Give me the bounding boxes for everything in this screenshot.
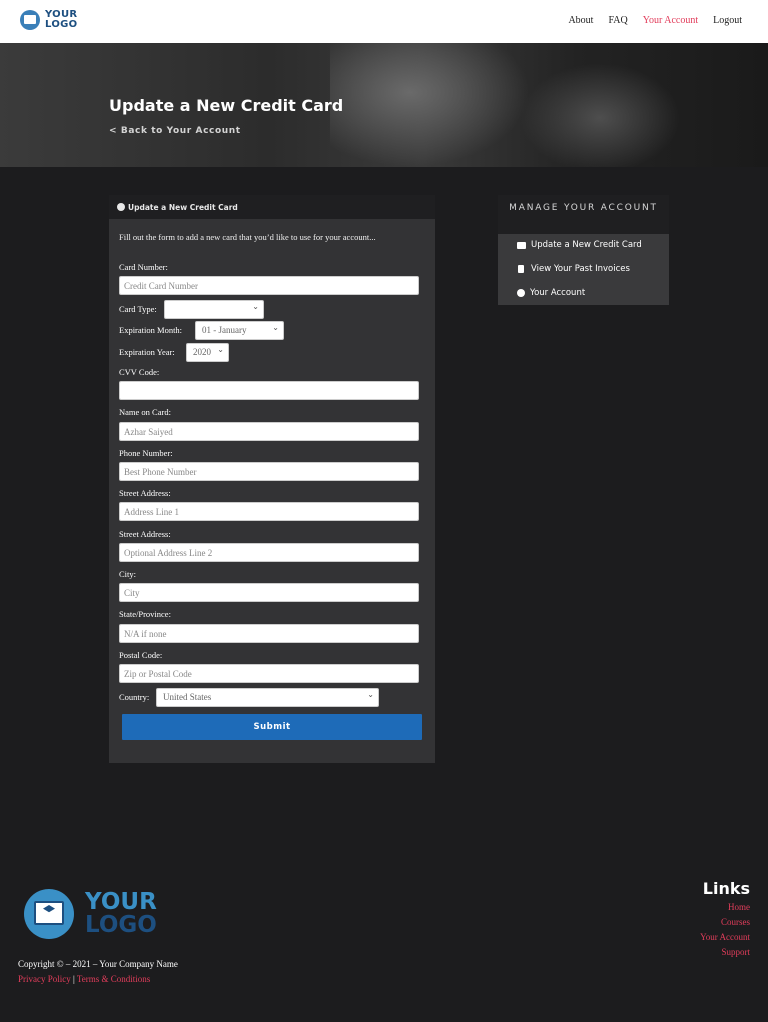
expiration-year-select[interactable]: 2020 (186, 343, 229, 362)
logo-icon (20, 10, 40, 30)
name-on-card-label: Name on Card: (119, 407, 171, 417)
main-nav: About FAQ Your Account Logout (568, 15, 742, 26)
manage-account-menu: MANAGE YOUR ACCOUNT Update a New Credit … (498, 195, 669, 305)
street-address-1-input[interactable]: Address Line 1 (119, 502, 419, 521)
copyright-text: Copyright © – 2021 – Your Company Name (18, 959, 178, 969)
footer-logo[interactable]: YOUR LOGO (24, 889, 157, 939)
gear-icon (517, 289, 525, 297)
menu-your-account[interactable]: Your Account (517, 288, 585, 298)
hero-background-shade (520, 63, 680, 167)
menu-item-label: View Your Past Invoices (531, 264, 630, 274)
credit-card-form-panel: Update a New Credit Card Fill out the fo… (109, 195, 435, 763)
cvv-input[interactable] (119, 381, 419, 400)
cvv-label: CVV Code: (119, 367, 160, 377)
footer-logo-line1: YOUR (85, 889, 157, 915)
street-address-2-input[interactable]: Optional Address Line 2 (119, 543, 419, 562)
form-intro-text: Fill out the form to add a new card that… (119, 232, 376, 242)
city-input[interactable]: City (119, 583, 419, 602)
card-number-label: Card Number: (119, 262, 168, 272)
state-label: State/Province: (119, 609, 171, 619)
card-type-label: Card Type: (119, 304, 157, 314)
menu-update-credit-card[interactable]: Update a New Credit Card (517, 240, 642, 250)
legal-separator: | (73, 974, 75, 984)
hero-background-image (330, 43, 530, 167)
nav-your-account[interactable]: Your Account (643, 15, 698, 26)
menu-view-past-invoices[interactable]: View Your Past Invoices (517, 264, 630, 274)
credit-card-icon (517, 241, 526, 249)
menu-item-label: Your Account (530, 288, 586, 298)
footer-link-home[interactable]: Home (700, 900, 750, 915)
nav-logout[interactable]: Logout (713, 15, 742, 26)
footer-link-courses[interactable]: Courses (700, 915, 750, 930)
hero-banner: Update a New Credit Card < Back to Your … (0, 43, 768, 167)
state-input[interactable]: N/A if none (119, 624, 419, 643)
nav-faq[interactable]: FAQ (608, 15, 627, 26)
postal-code-input[interactable]: Zip or Postal Code (119, 664, 419, 683)
phone-label: Phone Number: (119, 448, 173, 458)
expiration-year-label: Expiration Year: (119, 347, 175, 357)
terms-link[interactable]: Terms & Conditions (77, 974, 150, 984)
footer-links-title: Links (702, 879, 750, 898)
country-label: Country: (119, 692, 150, 702)
footer-links: Home Courses Your Account Support (700, 900, 750, 960)
expiration-month-label: Expiration Month: (119, 325, 183, 335)
footer-link-your-account[interactable]: Your Account (700, 930, 750, 945)
phone-input[interactable]: Best Phone Number (119, 462, 419, 481)
city-label: City: (119, 569, 137, 579)
document-icon (518, 265, 524, 273)
graduation-monitor-icon (24, 889, 74, 939)
street-address-1-label: Street Address: (119, 488, 171, 498)
back-to-account-link[interactable]: < Back to Your Account (109, 126, 241, 136)
card-number-input[interactable]: Credit Card Number (119, 276, 419, 295)
submit-button[interactable]: Submit (122, 714, 422, 740)
panel-header: Update a New Credit Card (109, 195, 435, 219)
panel-title: Update a New Credit Card (128, 202, 238, 212)
country-select[interactable]: United States (156, 688, 379, 707)
legal-links: Privacy Policy | Terms & Conditions (18, 974, 150, 984)
footer-link-support[interactable]: Support (700, 945, 750, 960)
expiration-month-select[interactable]: 01 - January (195, 321, 284, 340)
footer-logo-line2: LOGO (85, 912, 157, 938)
street-address-2-label: Street Address: (119, 529, 171, 539)
privacy-policy-link[interactable]: Privacy Policy (18, 974, 71, 984)
user-circle-icon (117, 203, 125, 211)
name-on-card-input[interactable]: Azhar Saiyed (119, 422, 419, 441)
page-title: Update a New Credit Card (109, 96, 344, 115)
menu-item-label: Update a New Credit Card (531, 240, 642, 250)
logo-text-line2: LOGO (45, 19, 78, 30)
nav-about[interactable]: About (568, 15, 593, 26)
header-logo[interactable]: YOUR LOGO (20, 10, 77, 30)
top-navbar: YOUR LOGO About FAQ Your Account Logout (0, 0, 768, 43)
postal-code-label: Postal Code: (119, 650, 163, 660)
card-type-select[interactable] (164, 300, 264, 319)
manage-account-title: MANAGE YOUR ACCOUNT (498, 195, 669, 234)
